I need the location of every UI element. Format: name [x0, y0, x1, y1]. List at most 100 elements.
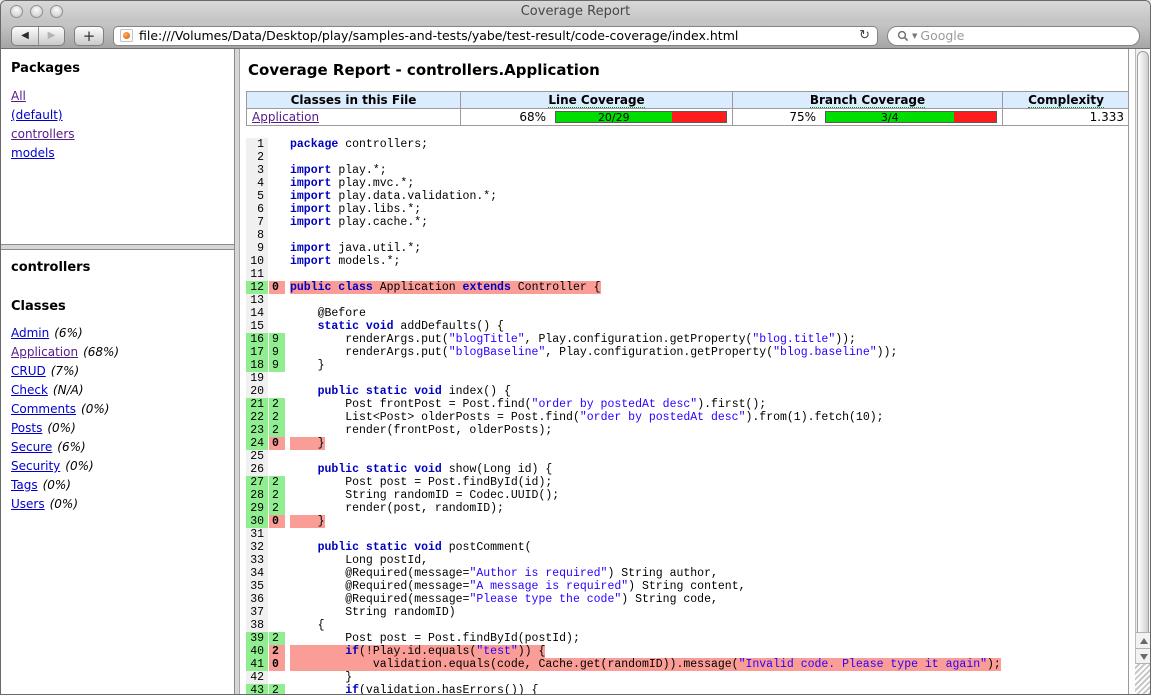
- source-line: 232 render(frontPost, olderPosts);: [246, 424, 1127, 437]
- source-line: 20 public static void index() {: [246, 385, 1127, 398]
- line-number: 34: [246, 567, 269, 580]
- add-tab-button[interactable]: +: [74, 26, 104, 46]
- line-number: 9: [246, 242, 269, 255]
- class-link[interactable]: Check: [11, 383, 48, 397]
- source-line: 25: [246, 450, 1127, 463]
- code-text: package controllers;: [285, 138, 428, 151]
- title-bar[interactable]: Coverage Report: [1, 1, 1150, 23]
- hit-count: [269, 294, 285, 307]
- browser-window: Coverage Report ◀ ▶ + ↻ ▼ Packages All(d…: [0, 0, 1151, 695]
- back-button[interactable]: ◀: [12, 27, 38, 45]
- line-number: 1: [246, 138, 269, 151]
- hit-count: [269, 216, 285, 229]
- hit-count: [269, 255, 285, 268]
- source-line: 3 import play.*;: [246, 164, 1127, 177]
- hit-count: [269, 541, 285, 554]
- code-text: [285, 151, 290, 164]
- classes-heading: Classes: [11, 299, 224, 314]
- search-field[interactable]: ▼: [887, 26, 1140, 46]
- source-line: 38 {: [246, 619, 1127, 632]
- code-text: Long postId,: [285, 554, 428, 567]
- line-coverage-percent: 68%: [519, 110, 546, 124]
- window-resize-grip[interactable]: [1135, 663, 1150, 694]
- address-bar[interactable]: ↻: [113, 26, 878, 46]
- line-number: 18: [246, 359, 269, 372]
- source-line: 1 package controllers;: [246, 138, 1127, 151]
- source-line: 26 public static void show(Long id) {: [246, 463, 1127, 476]
- hit-count: [269, 463, 285, 476]
- scrollbar-thumb[interactable]: [1137, 51, 1149, 644]
- package-link[interactable]: All: [11, 89, 224, 103]
- hit-count: [269, 567, 285, 580]
- scroll-up-button[interactable]: [1136, 632, 1151, 648]
- scroll-down-button[interactable]: [1136, 648, 1151, 664]
- source-line: 15 static void addDefaults() {: [246, 320, 1127, 333]
- minimize-button[interactable]: [30, 5, 43, 18]
- code-text: import play.*;: [285, 164, 387, 177]
- code-text: String randomID = Codec.UUID();: [285, 489, 559, 502]
- source-line: 14 @Before: [246, 307, 1127, 320]
- package-link[interactable]: models: [11, 146, 224, 160]
- packages-frame: Packages All(default)controllersmodels: [1, 49, 234, 244]
- source-line: 392 Post post = Post.findById(postId);: [246, 632, 1127, 645]
- url-input[interactable]: [139, 28, 853, 43]
- hit-count: [269, 385, 285, 398]
- header-line-coverage: Line Coverage: [461, 92, 733, 109]
- class-list-item: Application(68%): [11, 345, 224, 359]
- class-link[interactable]: Users: [11, 497, 45, 511]
- branch-coverage-bar-green: 3/4: [826, 112, 954, 122]
- package-link[interactable]: controllers: [11, 127, 224, 141]
- line-number: 7: [246, 216, 269, 229]
- class-list-item: Admin(6%): [11, 326, 224, 340]
- class-link[interactable]: Comments: [11, 402, 76, 416]
- header-branch-coverage: Branch Coverage: [733, 92, 1003, 109]
- coverage-summary-table: Classes in this File Line Coverage Branc…: [246, 91, 1130, 126]
- hit-count: 0: [269, 281, 285, 294]
- code-text: Post post = Post.findById(id);: [285, 476, 552, 489]
- code-text: @Required(message="Author is required") …: [285, 567, 718, 580]
- code-text: import java.util.*;: [285, 242, 421, 255]
- class-link[interactable]: Security: [11, 459, 60, 473]
- line-number: 3: [246, 164, 269, 177]
- code-text: [285, 450, 290, 463]
- hit-count: [269, 528, 285, 541]
- search-input[interactable]: [920, 28, 1130, 43]
- hit-count: 9: [269, 359, 285, 372]
- vertical-scrollbar[interactable]: [1135, 49, 1150, 695]
- hit-count: 0: [269, 515, 285, 528]
- class-link[interactable]: CRUD: [11, 364, 46, 378]
- report-title: Coverage Report - controllers.Applicatio…: [248, 61, 1127, 79]
- class-list-item: Security (0%): [11, 459, 224, 473]
- line-number: 32: [246, 541, 269, 554]
- close-button[interactable]: [10, 5, 23, 18]
- class-link[interactable]: Posts: [11, 421, 42, 435]
- class-link[interactable]: Secure: [11, 440, 52, 454]
- line-number: 20: [246, 385, 269, 398]
- source-line: 32 public static void postComment(: [246, 541, 1127, 554]
- code-text: renderArgs.put("blogTitle", Play.configu…: [285, 333, 856, 346]
- code-text: @Required(message="Please type the code"…: [285, 593, 718, 606]
- search-options-caret-icon[interactable]: ▼: [912, 32, 917, 40]
- line-number: 26: [246, 463, 269, 476]
- reload-icon[interactable]: ↻: [859, 28, 871, 43]
- classes-list: Admin(6%)Application(68%)CRUD(7%)Check(N…: [11, 326, 224, 511]
- class-coverage-percent: (0%): [65, 459, 93, 473]
- hit-count: [269, 450, 285, 463]
- hit-count: [269, 138, 285, 151]
- source-line: 10import models.*;: [246, 255, 1127, 268]
- header-complexity: Complexity: [1003, 92, 1130, 109]
- line-number: 30: [246, 515, 269, 528]
- source-line: 222 List<Post> olderPosts = Post.find("o…: [246, 411, 1127, 424]
- package-link[interactable]: (default): [11, 108, 224, 122]
- hit-count: 9: [269, 333, 285, 346]
- zoom-button[interactable]: [50, 5, 63, 18]
- class-link[interactable]: Admin: [11, 326, 49, 340]
- hit-count: 2: [269, 632, 285, 645]
- class-link[interactable]: Application: [11, 345, 78, 359]
- back-icon: ◀: [21, 30, 29, 41]
- forward-button[interactable]: ▶: [38, 27, 64, 45]
- class-file-link[interactable]: Application: [252, 110, 319, 124]
- classes-frame: controllers Classes Admin(6%)Application…: [1, 250, 234, 695]
- line-number: 12: [246, 281, 269, 294]
- class-link[interactable]: Tags: [11, 478, 38, 492]
